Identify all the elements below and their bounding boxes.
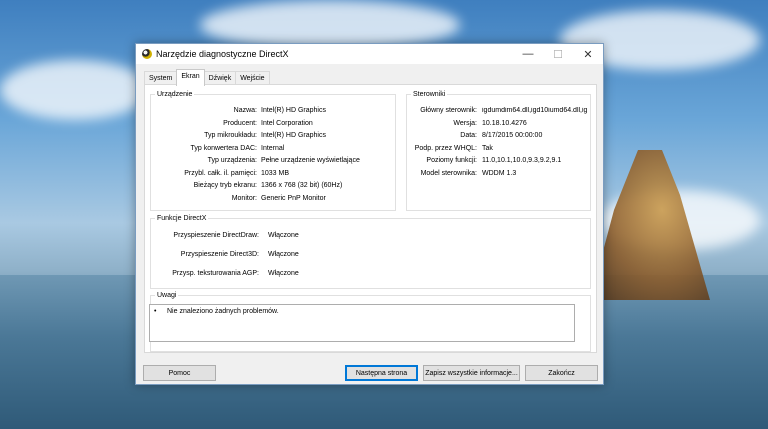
notes-message: Nie znaleziono żadnych problemów. — [167, 308, 279, 315]
device-value: Intel Corporation — [261, 120, 313, 127]
driver-label: Podp. przez WHQL: — [414, 145, 477, 152]
tab-display[interactable]: Ekran — [176, 69, 205, 86]
device-label: Typ konwertera DAC: — [190, 145, 257, 152]
feature-label: Przyspieszenie DirectDraw: — [173, 232, 259, 239]
notes-legend: Uwagi — [157, 292, 177, 299]
device-value: Internal — [261, 145, 285, 152]
drivers-legend: Sterowniki — [413, 91, 446, 98]
device-label: Bieżący tryb ekranu: — [193, 182, 257, 189]
driver-label: Poziomy funkcji: — [426, 157, 477, 164]
tab-strip: System Ekran Dźwięk Wejście — [144, 69, 270, 86]
driver-value: 11.0,10.1,10.0,9.3,9.2,9.1 — [482, 157, 562, 164]
driver-label: Model sterownika: — [420, 170, 477, 177]
features-legend: Funkcje DirectX — [157, 215, 207, 222]
driver-value: 10.18.10.4276 — [482, 120, 527, 127]
device-value: 1366 x 768 (32 bit) (60Hz) — [261, 182, 343, 189]
minimize-button[interactable]: — — [513, 44, 543, 64]
window-title: Narzędzie diagnostyczne DirectX — [156, 49, 289, 59]
device-label: Typ mikroukładu: — [204, 132, 257, 139]
device-label: Producent: — [223, 120, 257, 127]
device-value: Intel(R) HD Graphics — [261, 132, 326, 139]
device-value: 1033 MB — [261, 170, 290, 177]
notes-textbox[interactable]: • Nie znaleziono żadnych problemów. — [149, 304, 575, 342]
feature-value: Włączone — [268, 251, 299, 258]
exit-button[interactable]: Zakończ — [525, 365, 598, 381]
driver-label: Główny sterownik: — [420, 107, 477, 114]
device-value: Pełne urządzenie wyświetlające — [261, 157, 360, 164]
dxdiag-icon — [142, 49, 152, 59]
feature-label: Przyspieszenie Direct3D: — [180, 251, 259, 258]
driver-label: Wersja: — [453, 120, 477, 127]
driver-value: 8/17/2015 00:00:00 — [482, 132, 543, 139]
feature-value: Włączone — [268, 270, 299, 277]
feature-label: Przysp. teksturowania AGP: — [172, 270, 259, 277]
driver-value: Tak — [482, 145, 493, 152]
notes-bullet: • — [154, 308, 157, 315]
driver-label: Data: — [460, 132, 477, 139]
device-label: Nazwa: — [233, 107, 257, 114]
device-label: Monitor: — [231, 195, 257, 202]
device-legend: Urządzenie — [157, 91, 193, 98]
driver-value: igdumdim64.dll,igd10iumd64.dll,ig — [482, 107, 588, 114]
feature-value: Włączone — [268, 232, 299, 239]
maximize-button[interactable]: ☐ — [543, 44, 573, 64]
cloud — [0, 60, 150, 120]
dxdiag-window: Narzędzie diagnostyczne DirectX — ☐ ✕ Sy… — [135, 43, 604, 385]
device-label: Typ urządzenia: — [207, 157, 257, 164]
close-button[interactable]: ✕ — [573, 44, 603, 64]
help-button[interactable]: Pomoc — [143, 365, 216, 381]
device-value: Generic PnP Monitor — [261, 195, 326, 202]
device-label: Przybl. całk. il. pamięci: — [184, 170, 257, 177]
title-bar[interactable]: Narzędzie diagnostyczne DirectX — ☐ ✕ — [136, 44, 603, 64]
next-page-button[interactable]: Następna strona — [345, 365, 418, 381]
save-all-info-button[interactable]: Zapisz wszystkie informacje... — [423, 365, 520, 381]
driver-value: WDDM 1.3 — [482, 170, 517, 177]
device-value: Intel(R) HD Graphics — [261, 107, 326, 114]
